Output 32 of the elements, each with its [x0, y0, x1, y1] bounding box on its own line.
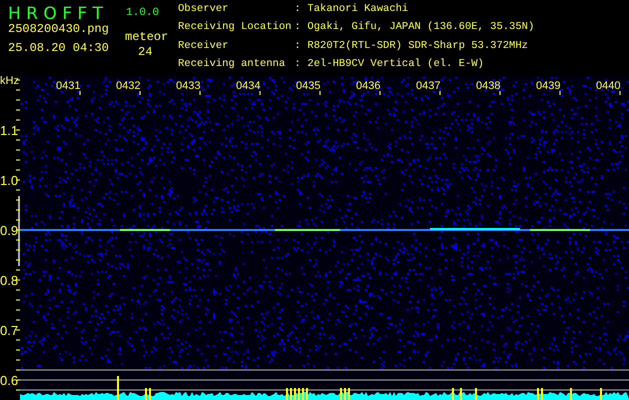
frequency-label: 0.6	[0, 373, 18, 388]
info-label: Receiving antenna	[178, 58, 286, 72]
frequency-label: 0.7	[0, 323, 18, 338]
colon-separator: :	[294, 40, 302, 54]
info-value: Takanori Kawachi	[307, 3, 410, 17]
time-label: 0433	[176, 80, 200, 92]
frequency-label: 1.0	[0, 173, 18, 188]
frequency-label: 1.1	[0, 123, 18, 138]
time-label: 0436	[356, 80, 380, 92]
unit-label: kHz	[0, 76, 19, 87]
info-value: R820T2(RTL-SDR) SDR-Sharp 53.372MHz	[307, 40, 529, 54]
frequency-label: 0.8	[0, 273, 18, 288]
info-value: 2el-HB9CV Vertical (el. E-W)	[307, 58, 485, 72]
time-label: 0440	[596, 80, 620, 92]
version-label: 1.0.0	[126, 7, 160, 19]
time-label: 0432	[116, 80, 140, 92]
meteor-count: 24	[138, 45, 152, 59]
meteor-label: meteor	[125, 30, 168, 44]
app-title: H R O F F T	[8, 4, 103, 24]
info-label: Receiver	[178, 40, 230, 54]
time-label: 0435	[296, 80, 320, 92]
timestamp: 25.08.20 04:30	[8, 41, 109, 55]
info-value: Ogaki, Gifu, JAPAN (136.60E, 35.35N)	[307, 21, 534, 36]
file-name: 2508200430.png	[8, 22, 109, 36]
frequency-label: 0.9	[0, 223, 18, 238]
colon-separator: :	[294, 21, 302, 36]
time-label: 0437	[416, 80, 440, 92]
info-label: Receiving Location	[178, 21, 292, 36]
colon-separator: :	[294, 3, 302, 17]
info-label: Observer	[178, 3, 230, 17]
time-label: 0439	[536, 80, 560, 92]
colon-separator: :	[294, 58, 302, 72]
